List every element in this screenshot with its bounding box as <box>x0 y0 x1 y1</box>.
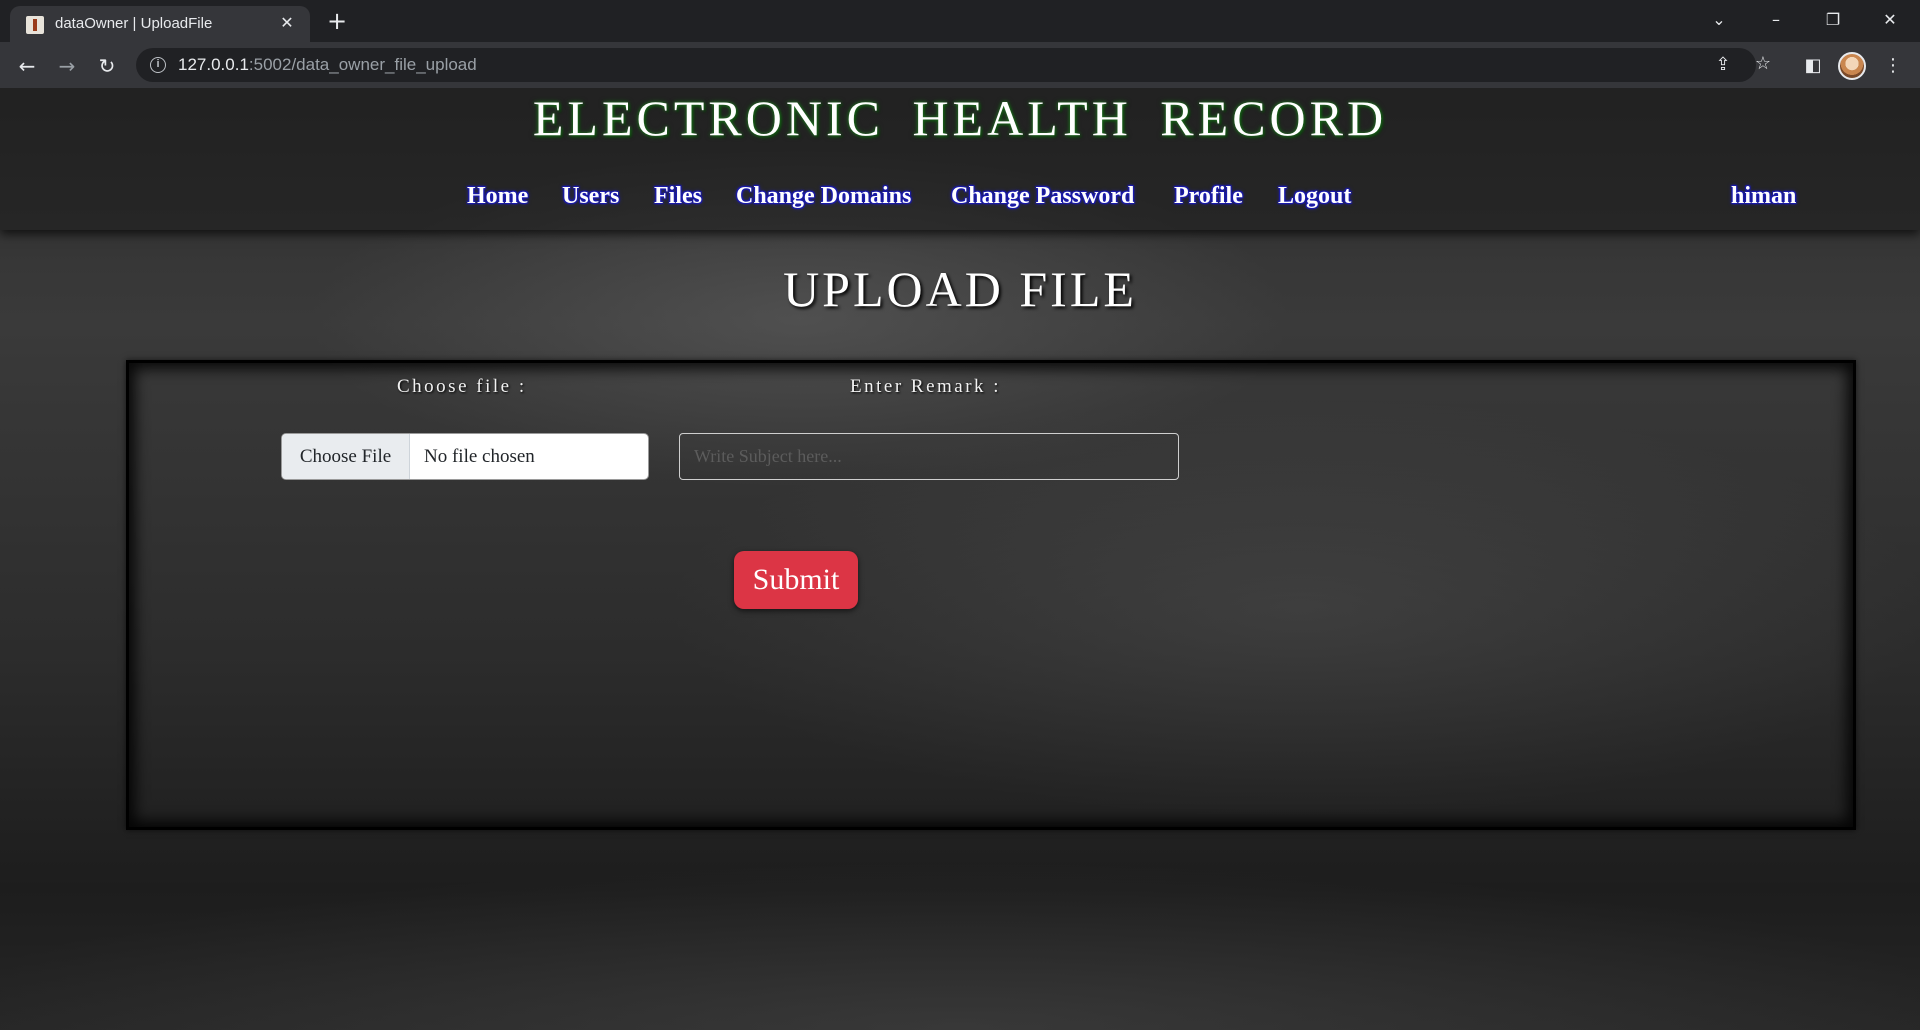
minimize-icon[interactable]: – <box>1756 4 1796 36</box>
username-label: himan <box>1731 183 1797 209</box>
file-status-text: No file chosen <box>424 446 535 467</box>
bookmark-star-icon[interactable]: ☆ <box>1748 49 1778 79</box>
site-info-icon[interactable]: i <box>150 57 166 73</box>
nav-change-domains[interactable]: Change Domains <box>736 183 911 210</box>
page-title: UPLOAD FILE <box>783 261 1137 317</box>
forward-arrow-icon[interactable]: → <box>52 51 82 81</box>
tab-title: dataOwner | UploadFile <box>55 15 213 32</box>
window-close-icon[interactable]: ✕ <box>1870 4 1910 36</box>
browser-tab[interactable]: dataOwner | UploadFile ✕ <box>10 6 310 42</box>
nav-files[interactable]: Files <box>654 183 702 210</box>
restore-icon[interactable]: ❐ <box>1813 4 1853 36</box>
url-text: 127.0.0.1:5002/data_owner_file_upload <box>178 55 477 75</box>
favicon-icon <box>26 16 44 34</box>
nav-users[interactable]: Users <box>562 183 619 210</box>
browser-tab-bar: dataOwner | UploadFile ✕ + ⌄ – ❐ ✕ <box>0 0 1920 42</box>
nav-change-password[interactable]: Change Password <box>951 183 1134 210</box>
close-tab-icon[interactable]: ✕ <box>276 12 298 34</box>
remark-input[interactable] <box>679 433 1179 480</box>
choose-file-button[interactable]: Choose File <box>282 434 410 479</box>
tab-search-icon[interactable]: ⌄ <box>1699 4 1739 36</box>
site-title: ELECTRONIC HEALTH RECORD <box>532 90 1388 146</box>
nav-profile[interactable]: Profile <box>1174 183 1243 210</box>
new-tab-icon[interactable]: + <box>324 8 350 34</box>
file-input[interactable]: Choose File No file chosen <box>281 433 649 480</box>
reload-icon[interactable]: ↻ <box>92 51 122 81</box>
browser-toolbar: ← → ↻ i 127.0.0.1:5002/data_owner_file_u… <box>0 42 1920 88</box>
submit-button[interactable]: Submit <box>734 551 858 609</box>
url-host: 127.0.0.1 <box>178 55 249 74</box>
share-icon[interactable]: ⇪ <box>1708 50 1738 80</box>
site-header: ELECTRONIC HEALTH RECORD Home Users File… <box>0 88 1920 230</box>
back-arrow-icon[interactable]: ← <box>12 51 42 81</box>
profile-avatar[interactable] <box>1838 52 1866 80</box>
nav-home[interactable]: Home <box>467 183 528 210</box>
upload-form-panel <box>126 360 1856 830</box>
side-panel-icon[interactable]: ◧ <box>1798 51 1828 81</box>
choose-file-label: Choose file : <box>397 376 527 397</box>
menu-kebab-icon[interactable]: ⋮ <box>1878 51 1908 81</box>
url-path: :5002/data_owner_file_upload <box>248 55 477 74</box>
nav-logout[interactable]: Logout <box>1278 183 1351 210</box>
remark-label: Enter Remark : <box>850 376 1002 397</box>
page-content: ELECTRONIC HEALTH RECORD Home Users File… <box>0 88 1920 1030</box>
address-bar[interactable]: i 127.0.0.1:5002/data_owner_file_upload … <box>136 48 1771 82</box>
